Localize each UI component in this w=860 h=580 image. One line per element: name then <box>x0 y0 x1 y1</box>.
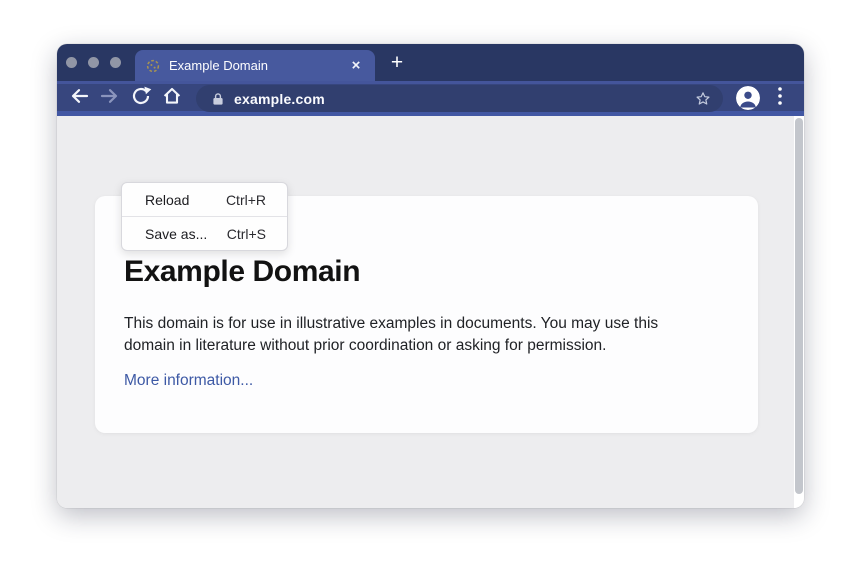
menu-item-label: Save as... <box>145 226 207 242</box>
context-menu-item-save-as[interactable]: Save as... Ctrl+S <box>122 217 287 250</box>
back-arrow-icon <box>67 84 91 113</box>
forward-button[interactable] <box>98 86 122 110</box>
browser-menu-button[interactable] <box>773 86 787 110</box>
menu-item-shortcut: Ctrl+S <box>227 226 266 242</box>
paragraph-line: domain in literature without prior coord… <box>124 335 729 357</box>
page-title: Example Domain <box>124 255 729 288</box>
window-controls <box>66 57 121 68</box>
toolbar: example.com <box>57 81 804 116</box>
bookmark-star-button[interactable] <box>692 88 714 110</box>
screenshot-stage: Example Domain × + <box>0 0 860 580</box>
nav-buttons <box>67 86 184 110</box>
tab-title: Example Domain <box>169 50 347 81</box>
menu-item-shortcut: Ctrl+R <box>226 192 266 208</box>
page-paragraph: This domain is for use in illustrative e… <box>124 313 729 357</box>
tab-close-button[interactable]: × <box>347 57 365 75</box>
context-menu: Reload Ctrl+R Save as... Ctrl+S <box>121 182 288 251</box>
home-icon <box>160 84 184 113</box>
context-menu-item-reload[interactable]: Reload Ctrl+R <box>122 183 287 216</box>
more-information-link[interactable]: More information... <box>124 372 253 390</box>
reload-icon <box>129 84 153 113</box>
avatar-icon <box>736 97 760 110</box>
window-maximize-button[interactable] <box>110 57 121 68</box>
reload-button[interactable] <box>129 86 153 110</box>
url-text: example.com <box>234 91 325 107</box>
back-button[interactable] <box>67 86 91 110</box>
window-minimize-button[interactable] <box>88 57 99 68</box>
titlebar: Example Domain × + <box>57 44 804 81</box>
browser-tab[interactable]: Example Domain × <box>135 50 375 81</box>
paragraph-line: This domain is for use in illustrative e… <box>124 313 729 335</box>
address-bar[interactable]: example.com <box>196 85 723 112</box>
forward-arrow-icon <box>98 84 122 113</box>
tab-favicon-icon <box>146 59 160 73</box>
lock-icon[interactable] <box>212 92 224 106</box>
browser-window: Example Domain × + <box>57 44 804 508</box>
profile-avatar-button[interactable] <box>736 86 760 110</box>
home-button[interactable] <box>160 86 184 110</box>
scrollbar-thumb[interactable] <box>795 118 803 494</box>
scrollbar-track <box>794 116 804 508</box>
menu-item-label: Reload <box>145 192 189 208</box>
kebab-menu-icon <box>777 86 783 111</box>
page-viewport: Reload Ctrl+R Save as... Ctrl+S Example … <box>57 116 804 508</box>
new-tab-button[interactable]: + <box>384 51 410 75</box>
window-close-button[interactable] <box>66 57 77 68</box>
